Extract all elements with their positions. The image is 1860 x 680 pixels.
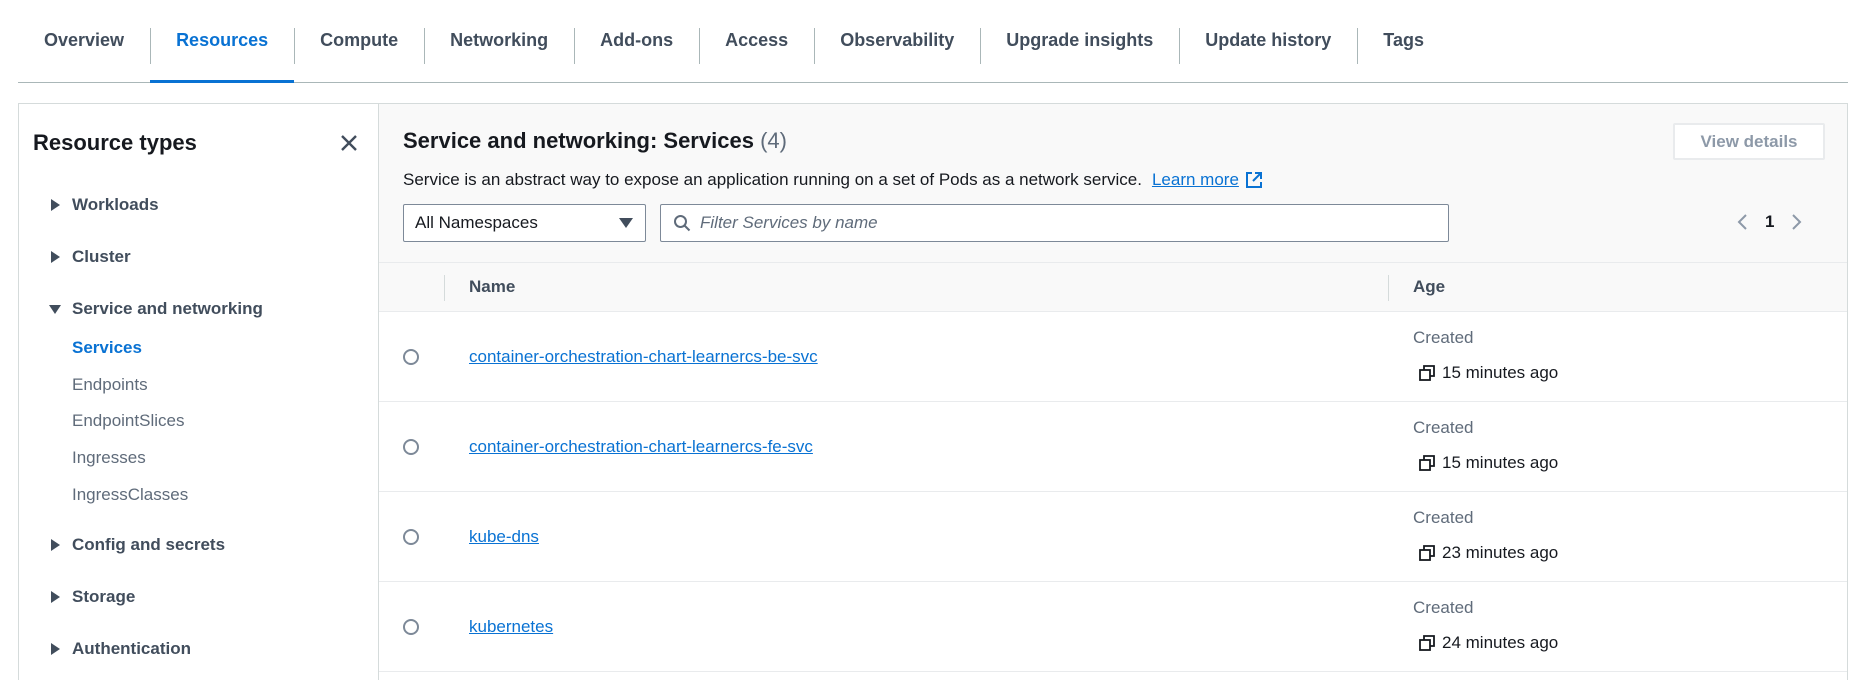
copy-icon[interactable] xyxy=(1419,455,1435,471)
table-row[interactable]: kubernetes Created 24 minutes ago xyxy=(379,582,1847,672)
service-name-link[interactable]: container-orchestration-chart-learnercs-… xyxy=(469,347,818,367)
age-value: 15 minutes ago xyxy=(1419,453,1558,473)
resource-types-panel: Resource types Workloads Cluster Service… xyxy=(18,103,378,680)
age-label: Created xyxy=(1413,508,1474,527)
age-value: 15 minutes ago xyxy=(1419,363,1558,383)
age-value: 24 minutes ago xyxy=(1419,633,1558,653)
tab-overview[interactable]: Overview xyxy=(18,0,150,82)
row-radio[interactable] xyxy=(403,529,419,545)
table-row[interactable]: kube-dns Created 23 minutes ago xyxy=(379,492,1847,582)
column-divider xyxy=(444,275,445,301)
pagination: 1 xyxy=(1735,212,1804,232)
search-box[interactable] xyxy=(660,204,1449,242)
tab-resources[interactable]: Resources xyxy=(150,0,295,83)
view-details-button[interactable]: View details xyxy=(1673,123,1825,160)
copy-icon[interactable] xyxy=(1419,635,1435,651)
age-label: Created xyxy=(1413,418,1474,437)
namespace-select[interactable]: All Namespaces xyxy=(403,204,646,242)
caret-down-icon xyxy=(619,218,633,228)
sidebar-item-ingressclasses[interactable]: IngressClasses xyxy=(72,485,188,505)
tree-group-workloads[interactable]: Workloads xyxy=(49,195,159,215)
description-text: Service is an abstract way to expose an … xyxy=(403,170,1142,189)
sidebar-item-endpointslices[interactable]: EndpointSlices xyxy=(72,411,184,431)
copy-icon[interactable] xyxy=(1419,545,1435,561)
tree-group-label: Cluster xyxy=(72,247,131,266)
panel-header: Service and networking: Services (4) Vie… xyxy=(379,104,1847,262)
services-panel: Service and networking: Services (4) Vie… xyxy=(378,103,1848,680)
sidebar-item-ingresses[interactable]: Ingresses xyxy=(72,448,146,468)
service-name-link[interactable]: container-orchestration-chart-learnercs-… xyxy=(469,437,813,457)
row-radio[interactable] xyxy=(403,619,419,635)
tab-update-history[interactable]: Update history xyxy=(1179,0,1357,82)
tree-group-service-networking[interactable]: Service and networking xyxy=(49,299,263,319)
table-row[interactable]: container-orchestration-chart-learnercs-… xyxy=(379,312,1847,402)
chevron-right-icon[interactable] xyxy=(1788,212,1804,232)
row-radio[interactable] xyxy=(403,439,419,455)
tab-upgrade-insights[interactable]: Upgrade insights xyxy=(980,0,1179,82)
age-text: 23 minutes ago xyxy=(1442,543,1559,562)
tab-tags[interactable]: Tags xyxy=(1357,0,1450,82)
search-input[interactable] xyxy=(700,213,1400,233)
sidebar-item-services[interactable]: Services xyxy=(72,338,142,358)
caret-right-icon xyxy=(51,643,60,655)
caret-right-icon xyxy=(51,591,60,603)
column-header-age[interactable]: Age xyxy=(1413,277,1445,297)
caret-right-icon xyxy=(51,539,60,551)
table-row[interactable]: container-orchestration-chart-learnercs-… xyxy=(379,402,1847,492)
resource-tabs: Overview Resources Compute Networking Ad… xyxy=(18,0,1848,83)
column-divider xyxy=(1388,275,1389,301)
services-count: (4) xyxy=(760,128,787,153)
column-header-name[interactable]: Name xyxy=(469,277,515,297)
age-text: 15 minutes ago xyxy=(1442,453,1559,472)
tree-group-storage[interactable]: Storage xyxy=(49,587,135,607)
tree-group-authentication[interactable]: Authentication xyxy=(49,639,191,659)
row-radio[interactable] xyxy=(403,349,419,365)
caret-right-icon xyxy=(51,251,60,263)
tree-group-cluster[interactable]: Cluster xyxy=(49,247,131,267)
caret-right-icon xyxy=(51,199,60,211)
tree-group-label: Service and networking xyxy=(72,299,263,318)
age-value: 23 minutes ago xyxy=(1419,543,1558,563)
tab-observability[interactable]: Observability xyxy=(814,0,980,82)
tab-networking[interactable]: Networking xyxy=(424,0,574,82)
namespace-select-value: All Namespaces xyxy=(415,213,538,232)
sidebar-title: Resource types xyxy=(33,130,197,155)
table-header: Name Age xyxy=(379,262,1847,312)
page-title: Service and networking: Services (4) xyxy=(403,128,787,154)
page-number[interactable]: 1 xyxy=(1765,212,1774,232)
tree-group-label: Storage xyxy=(72,587,136,606)
page-title-text: Service and networking: Services xyxy=(403,128,754,153)
service-name-link[interactable]: kubernetes xyxy=(469,617,553,637)
panel-description: Service is an abstract way to expose an … xyxy=(403,170,1263,190)
age-text: 24 minutes ago xyxy=(1442,633,1559,652)
age-label: Created xyxy=(1413,598,1474,617)
age-text: 15 minutes ago xyxy=(1442,363,1559,382)
caret-down-icon xyxy=(49,305,61,314)
service-name-link[interactable]: kube-dns xyxy=(469,527,539,547)
learn-more-link[interactable]: Learn more xyxy=(1152,170,1239,190)
tree-group-label: Workloads xyxy=(72,195,159,214)
chevron-left-icon[interactable] xyxy=(1735,212,1751,232)
tree-group-label: Authentication xyxy=(72,639,191,658)
external-link-icon[interactable] xyxy=(1245,171,1263,189)
tab-compute[interactable]: Compute xyxy=(294,0,424,82)
tree-group-label: Config and secrets xyxy=(72,535,226,554)
tab-add-ons[interactable]: Add-ons xyxy=(574,0,699,82)
age-label: Created xyxy=(1413,328,1474,347)
sidebar-item-endpoints[interactable]: Endpoints xyxy=(72,375,148,395)
search-icon xyxy=(674,215,691,232)
copy-icon[interactable] xyxy=(1419,365,1435,381)
close-icon[interactable] xyxy=(337,131,361,155)
tab-access[interactable]: Access xyxy=(699,0,814,82)
tree-group-config-secrets[interactable]: Config and secrets xyxy=(49,535,225,555)
